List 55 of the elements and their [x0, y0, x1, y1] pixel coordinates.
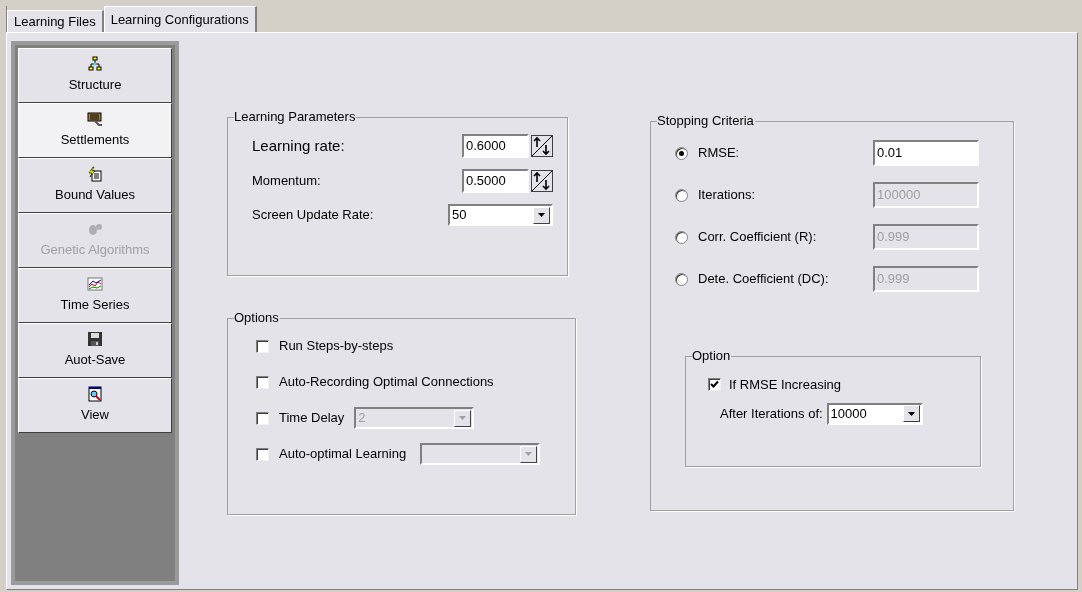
radio-button[interactable]: [675, 188, 688, 202]
radio-label: Dete. Coefficient (DC):: [698, 270, 829, 289]
caret-icon: [538, 213, 545, 217]
sidebar-item[interactable]: Bound Values: [18, 158, 172, 213]
field-label: Momentum:: [252, 172, 321, 191]
spin-button[interactable]: [531, 135, 553, 157]
document-icon: [87, 166, 103, 183]
group-title: Stopping Criteria: [657, 113, 755, 129]
sidebar-item[interactable]: View: [18, 378, 172, 433]
dropdown[interactable]: [420, 443, 541, 465]
radio-button[interactable]: [675, 272, 688, 286]
field-label: Screen Update Rate:: [252, 206, 374, 225]
radio-button[interactable]: [675, 230, 688, 244]
checkbox[interactable]: [256, 447, 269, 461]
group-title: Options: [234, 310, 280, 326]
network-icon: [87, 56, 103, 73]
sidebar-item[interactable]: Structure: [18, 48, 172, 103]
caret-icon: [459, 416, 467, 420]
dropdown-arrow-button[interactable]: [533, 206, 550, 224]
checkmark-icon: [710, 380, 719, 390]
dropdown[interactable]: 10000: [826, 402, 923, 425]
dropdown-arrow-button[interactable]: [902, 405, 920, 422]
spin-button[interactable]: [531, 170, 553, 192]
blob-icon: [87, 221, 103, 238]
sidebar-item[interactable]: Settlements: [18, 103, 172, 158]
sidebar-item[interactable]: Auot-Save: [18, 323, 172, 378]
tab[interactable]: Learning Files: [7, 10, 104, 32]
sidebar-item[interactable]: Time Series: [18, 268, 172, 323]
group-title: Option: [692, 348, 732, 364]
checkbox[interactable]: [708, 378, 721, 392]
radio-label: RMSE:: [698, 144, 740, 163]
checkbox[interactable]: [256, 411, 269, 425]
dropdown-arrow-button[interactable]: [520, 445, 538, 463]
caret-icon: [907, 411, 915, 416]
number-field[interactable]: 0.6000: [462, 134, 529, 158]
checkbox[interactable]: [256, 339, 269, 353]
caret-icon: [525, 452, 533, 456]
radio-label: Corr. Coefficient (R):: [698, 228, 817, 247]
text-field[interactable]: 0.01: [873, 140, 979, 166]
group-title: Learning Parameters: [234, 109, 357, 125]
checkbox-label: Run Steps-by-steps: [279, 337, 394, 356]
dropdown[interactable]: 50: [448, 204, 553, 226]
checkbox[interactable]: [256, 375, 269, 389]
checkbox-label: Auto-optimal Learning: [279, 445, 407, 464]
tab[interactable]: Learning Configurations: [103, 6, 257, 32]
dropdown-arrow-button[interactable]: [454, 409, 472, 427]
chart-icon: [87, 276, 103, 293]
dropdown-label: After Iterations of:: [720, 404, 823, 423]
checkbox-label: If RMSE Increasing: [729, 376, 841, 394]
radio-label: Iterations:: [698, 186, 756, 205]
field-label: Learning rate:: [252, 135, 345, 156]
number-field[interactable]: 0.5000: [462, 169, 529, 193]
checkbox-label: Time Delay: [279, 409, 345, 428]
checkbox-label: Auto-Recording Optimal Connections: [279, 373, 494, 392]
magnifier-window-icon: [87, 386, 103, 403]
